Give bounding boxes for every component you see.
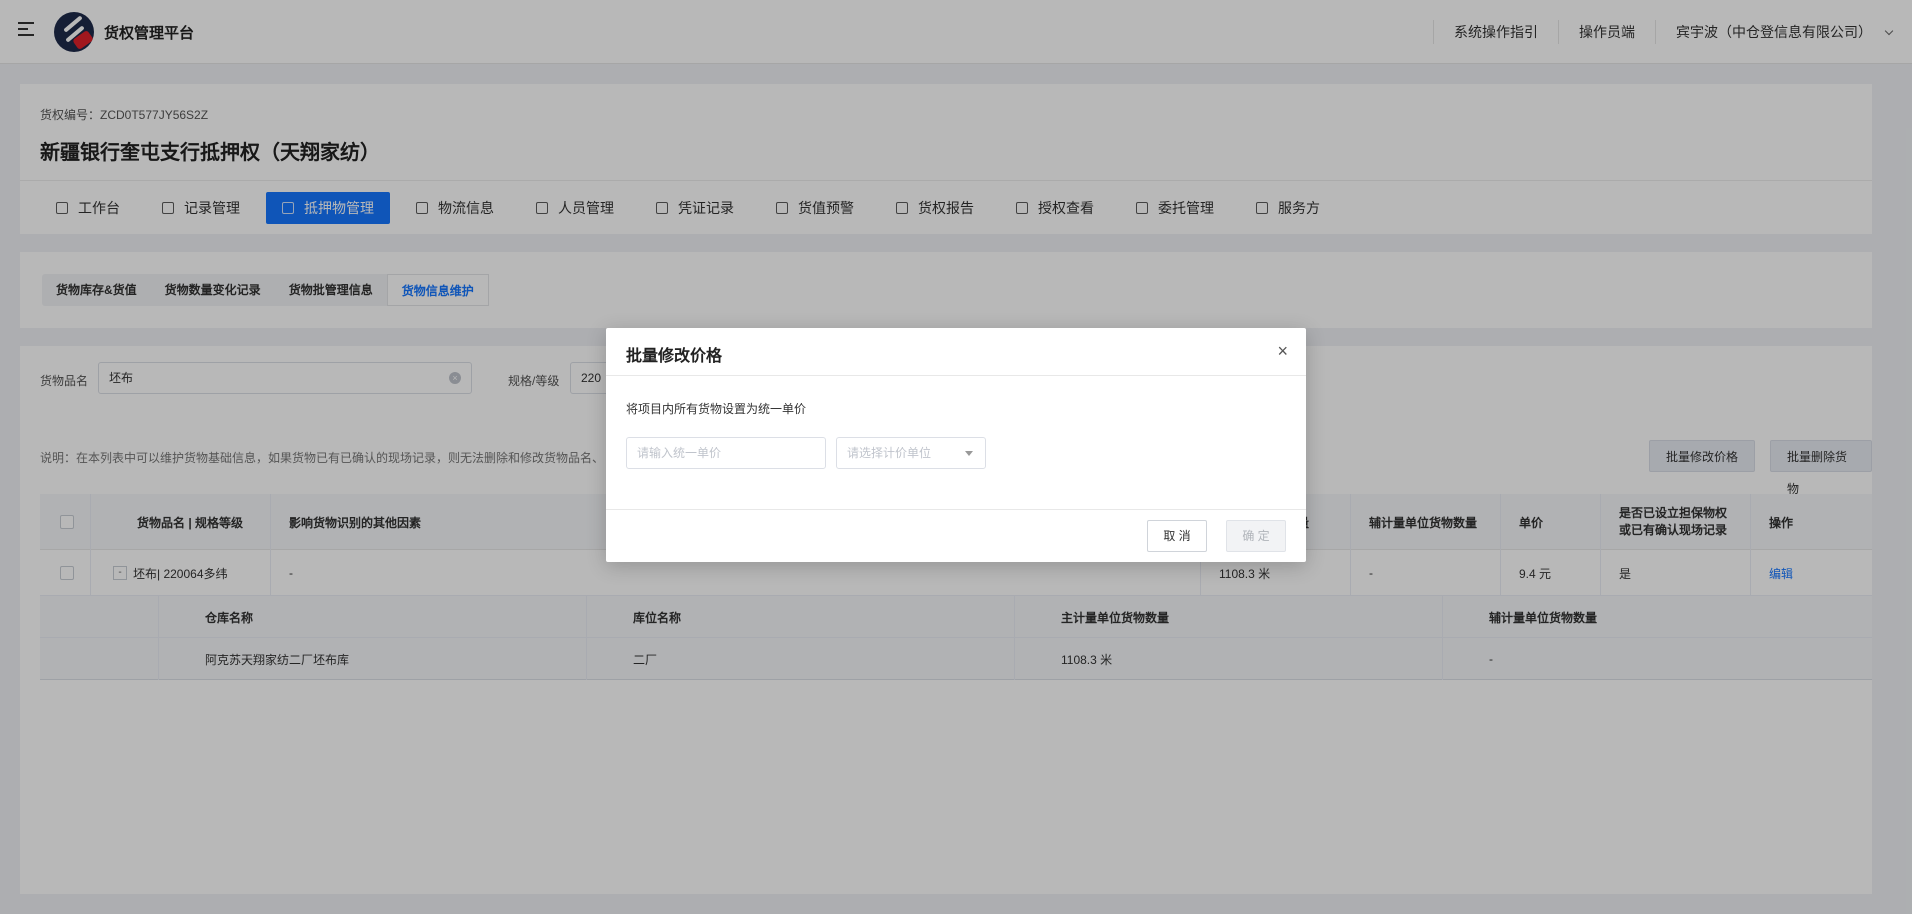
modal-header: 批量修改价格 × [606,328,1306,376]
modal-footer: 取 消 确 定 [606,509,1306,562]
unit-price-input[interactable]: 请输入统一单价 [626,437,826,469]
batch-price-modal: 批量修改价格 × 将项目内所有货物设置为统一单价 请输入统一单价 请选择计价单位… [606,328,1306,562]
close-icon[interactable]: × [1277,342,1288,360]
confirm-button[interactable]: 确 定 [1226,520,1286,552]
modal-title: 批量修改价格 [626,348,723,365]
pricing-unit-select[interactable]: 请选择计价单位 [836,437,986,469]
modal-description: 将项目内所有货物设置为统一单价 [626,402,807,416]
caret-down-icon [965,451,973,456]
cancel-button[interactable]: 取 消 [1147,520,1207,552]
pricing-unit-placeholder: 请选择计价单位 [847,446,932,460]
